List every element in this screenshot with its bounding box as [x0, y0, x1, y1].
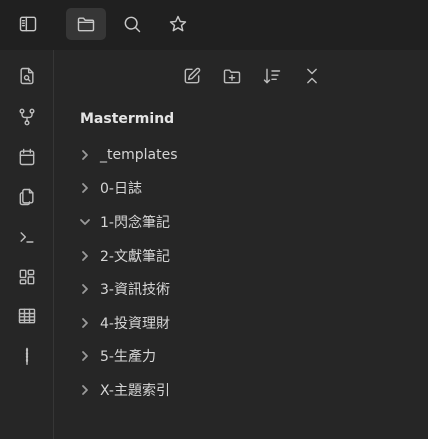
folder-label: _templates [100, 146, 178, 163]
folder-item[interactable]: 4-投資理財 [78, 306, 418, 340]
chevron-down-icon[interactable] [78, 215, 92, 229]
templates-icon [17, 187, 37, 207]
chevron-right-icon[interactable] [78, 249, 92, 263]
folder-label: 5-生產力 [100, 349, 156, 366]
ribbon-command-palette-button[interactable] [14, 224, 40, 250]
folder-label: 0-日誌 [100, 181, 142, 198]
folder-item[interactable]: 1-閃念筆記 [78, 205, 418, 239]
folder-label: X-主題索引 [100, 382, 170, 399]
daily-note-icon [17, 147, 37, 167]
new-note-button[interactable] [178, 62, 206, 90]
ribbon-canvas-button[interactable] [14, 264, 40, 290]
left-ribbon [0, 50, 54, 439]
file-explorer-pane: Mastermind _templates 0-日誌 1-閃念筆記 2-文獻筆記 3-資… [54, 50, 428, 439]
folder-item[interactable]: X-主題索引 [78, 373, 418, 407]
folder-label: 1-閃念筆記 [100, 214, 170, 231]
chevron-right-icon[interactable] [78, 316, 92, 330]
collapse-all-button[interactable] [298, 62, 326, 90]
folder-label: 2-文獻筆記 [100, 248, 170, 265]
ribbon-daily-note-button[interactable] [14, 144, 40, 170]
canvas-icon [17, 267, 37, 287]
folder-tree: _templates 0-日誌 1-閃念筆記 2-文獻筆記 3-資訊技術 4-投資理財 5-… [78, 138, 418, 407]
ribbon-audio-recorder-button[interactable] [14, 343, 40, 369]
star-icon [168, 14, 188, 34]
folder-item[interactable]: _templates [78, 138, 418, 172]
open-quick-switcher-icon [17, 66, 37, 86]
chevron-right-icon[interactable] [78, 349, 92, 363]
folder-item[interactable]: 3-資訊技術 [78, 272, 418, 306]
tab-files[interactable] [66, 8, 106, 40]
folder-item[interactable]: 0-日誌 [78, 172, 418, 206]
search-icon [122, 14, 142, 34]
new-folder-icon [222, 66, 242, 86]
folder-label: 4-投資理財 [100, 315, 170, 332]
chevron-right-icon[interactable] [78, 148, 92, 162]
tab-search[interactable] [112, 8, 152, 40]
sidebar-tab-header [0, 0, 428, 50]
ribbon-templates-button[interactable] [14, 184, 40, 210]
ribbon-table-button[interactable] [14, 303, 40, 329]
sidebar-toggle-button[interactable] [8, 8, 48, 40]
audio-recorder-icon [17, 346, 37, 366]
folder-icon [76, 14, 96, 34]
sort-button[interactable] [258, 62, 286, 90]
folder-item[interactable]: 2-文獻筆記 [78, 239, 418, 273]
table-icon [17, 306, 37, 326]
ribbon-quick-switcher-button[interactable] [14, 63, 40, 89]
sidebar-toggle-icon [18, 14, 38, 34]
chevron-right-icon[interactable] [78, 181, 92, 195]
folder-label: 3-資訊技術 [100, 282, 170, 299]
ribbon-graph-view-button[interactable] [14, 104, 40, 130]
tab-bookmarks[interactable] [158, 8, 198, 40]
new-folder-button[interactable] [218, 62, 246, 90]
chevron-right-icon[interactable] [78, 383, 92, 397]
command-palette-icon [17, 227, 37, 247]
chevron-right-icon[interactable] [78, 282, 92, 296]
sort-icon [262, 66, 282, 86]
folder-item[interactable]: 5-生產力 [78, 340, 418, 374]
graph-view-icon [17, 107, 37, 127]
file-explorer-window: Mastermind _templates 0-日誌 1-閃念筆記 2-文獻筆記 3-資… [0, 0, 428, 439]
collapse-all-icon [302, 66, 322, 86]
new-note-icon [182, 66, 202, 86]
vault-name[interactable]: Mastermind [80, 110, 174, 128]
